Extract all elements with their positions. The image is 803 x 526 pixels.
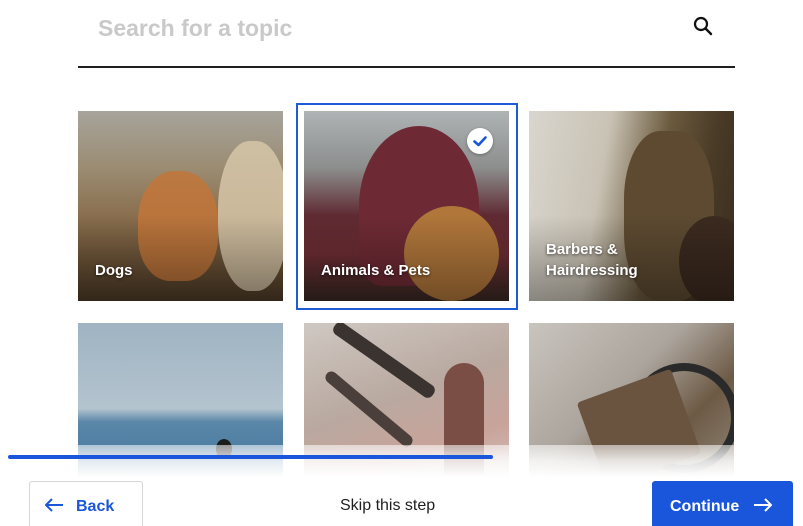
back-label: Back — [76, 498, 115, 515]
progress-bar — [8, 455, 803, 459]
topic-tile-dogs[interactable]: Dogs — [78, 111, 283, 301]
arrow-left-icon — [44, 497, 64, 517]
arrow-right-icon — [753, 497, 773, 517]
continue-button[interactable]: Continue — [652, 481, 793, 526]
topic-label: Dogs — [95, 262, 133, 279]
topic-tile-barbers-hairdressing[interactable]: Barbers & Hairdressing — [529, 111, 734, 301]
topic-picker-page: Dogs Animals & Pets Barbers & Hairdressi… — [0, 0, 803, 526]
search-input[interactable] — [98, 10, 658, 46]
skip-step-link[interactable]: Skip this step — [340, 497, 435, 515]
search-bar — [78, 0, 735, 68]
topic-label: Barbers & Hairdressing — [546, 241, 638, 279]
continue-label: Continue — [670, 498, 740, 515]
search-icon[interactable] — [693, 16, 713, 36]
topic-label: Animals & Pets — [321, 262, 431, 279]
check-icon — [467, 128, 493, 154]
progress-fill — [8, 455, 493, 459]
back-button[interactable]: Back — [29, 481, 143, 526]
